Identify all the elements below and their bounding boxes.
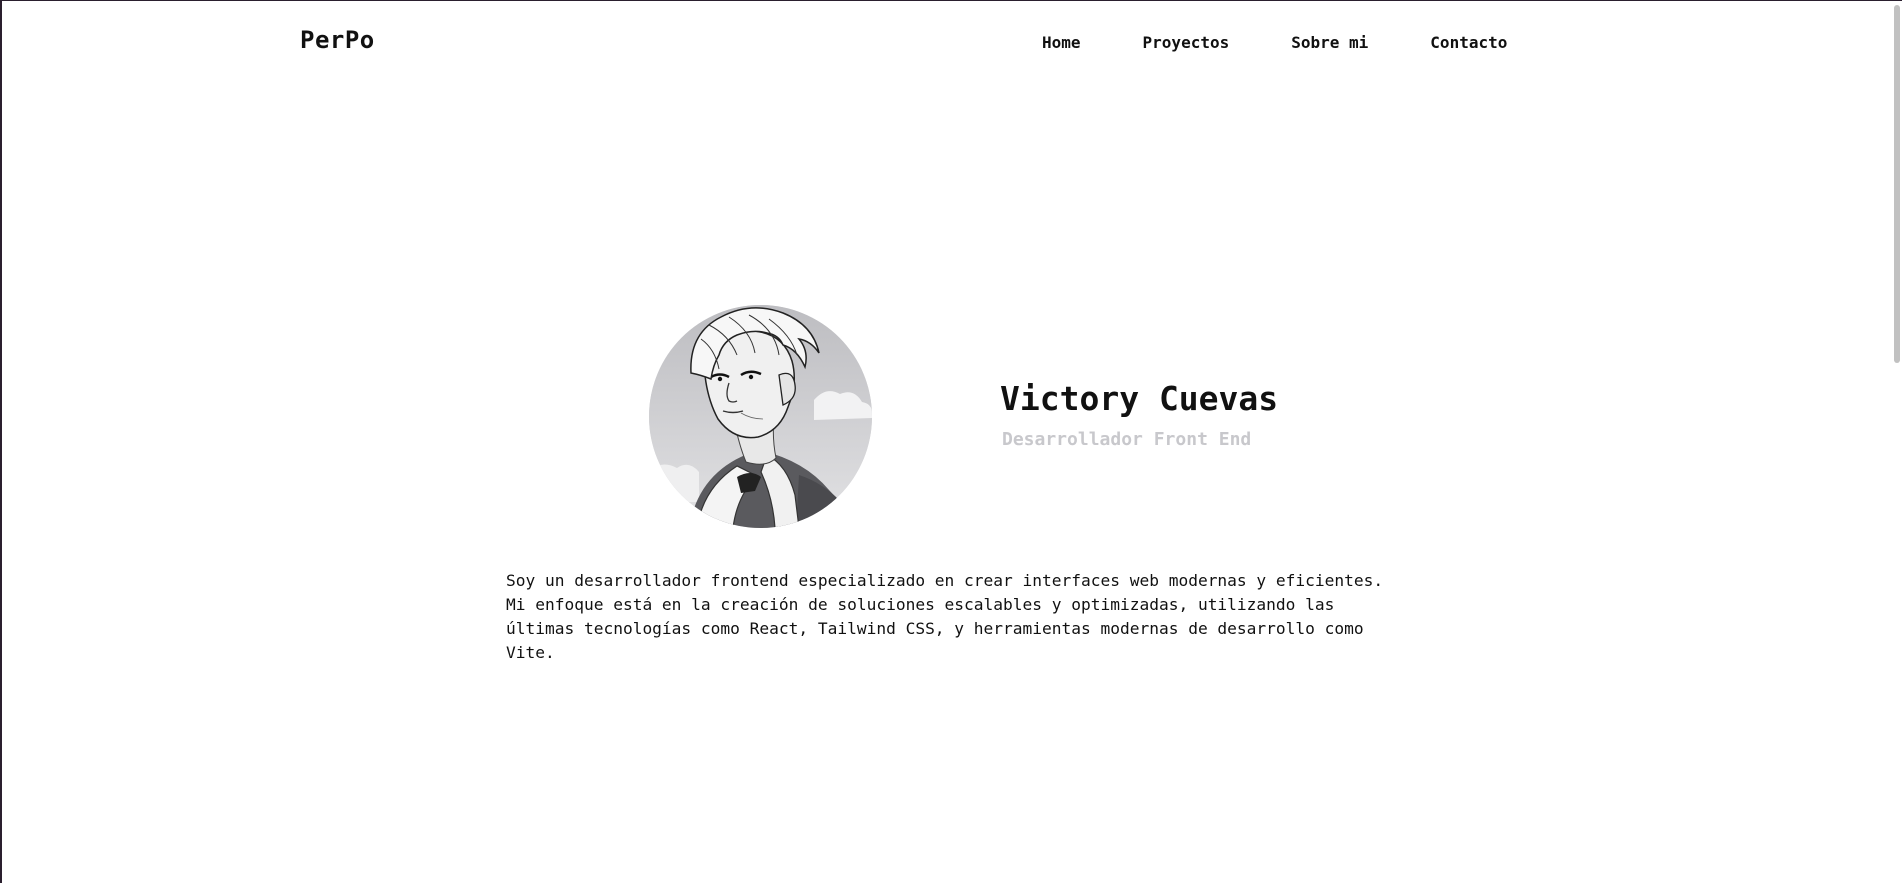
bio-line: Vite. bbox=[506, 643, 555, 662]
page-scrollbar[interactable] bbox=[1892, 1, 1902, 883]
bio-line: Mi enfoque está en la creación de soluci… bbox=[506, 595, 1335, 614]
nav-link-home[interactable]: Home bbox=[1042, 33, 1081, 52]
hero-role: Desarrollador Front End bbox=[1002, 429, 1252, 450]
nav-link-sobre-mi[interactable]: Sobre mi bbox=[1291, 33, 1368, 52]
nav-link-proyectos[interactable]: Proyectos bbox=[1143, 33, 1230, 52]
navbar: PerPo Home Proyectos Sobre mi Contacto bbox=[2, 1, 1892, 81]
bio-paragraph: Soy un desarrollador frontend especializ… bbox=[506, 569, 1406, 665]
browser-viewport: PerPo Home Proyectos Sobre mi Contacto V… bbox=[2, 1, 1902, 883]
hero-name: Victory Cuevas bbox=[1000, 379, 1279, 418]
scrollbar-thumb[interactable] bbox=[1894, 5, 1900, 363]
nav-link-contacto[interactable]: Contacto bbox=[1430, 33, 1507, 52]
site-logo[interactable]: PerPo bbox=[300, 26, 375, 54]
profile-avatar bbox=[649, 305, 872, 528]
bio-line: Soy un desarrollador frontend especializ… bbox=[506, 571, 1384, 590]
nav-links: Home Proyectos Sobre mi Contacto bbox=[1042, 33, 1507, 52]
bio-line: últimas tecnologías como React, Tailwind… bbox=[506, 619, 1364, 638]
